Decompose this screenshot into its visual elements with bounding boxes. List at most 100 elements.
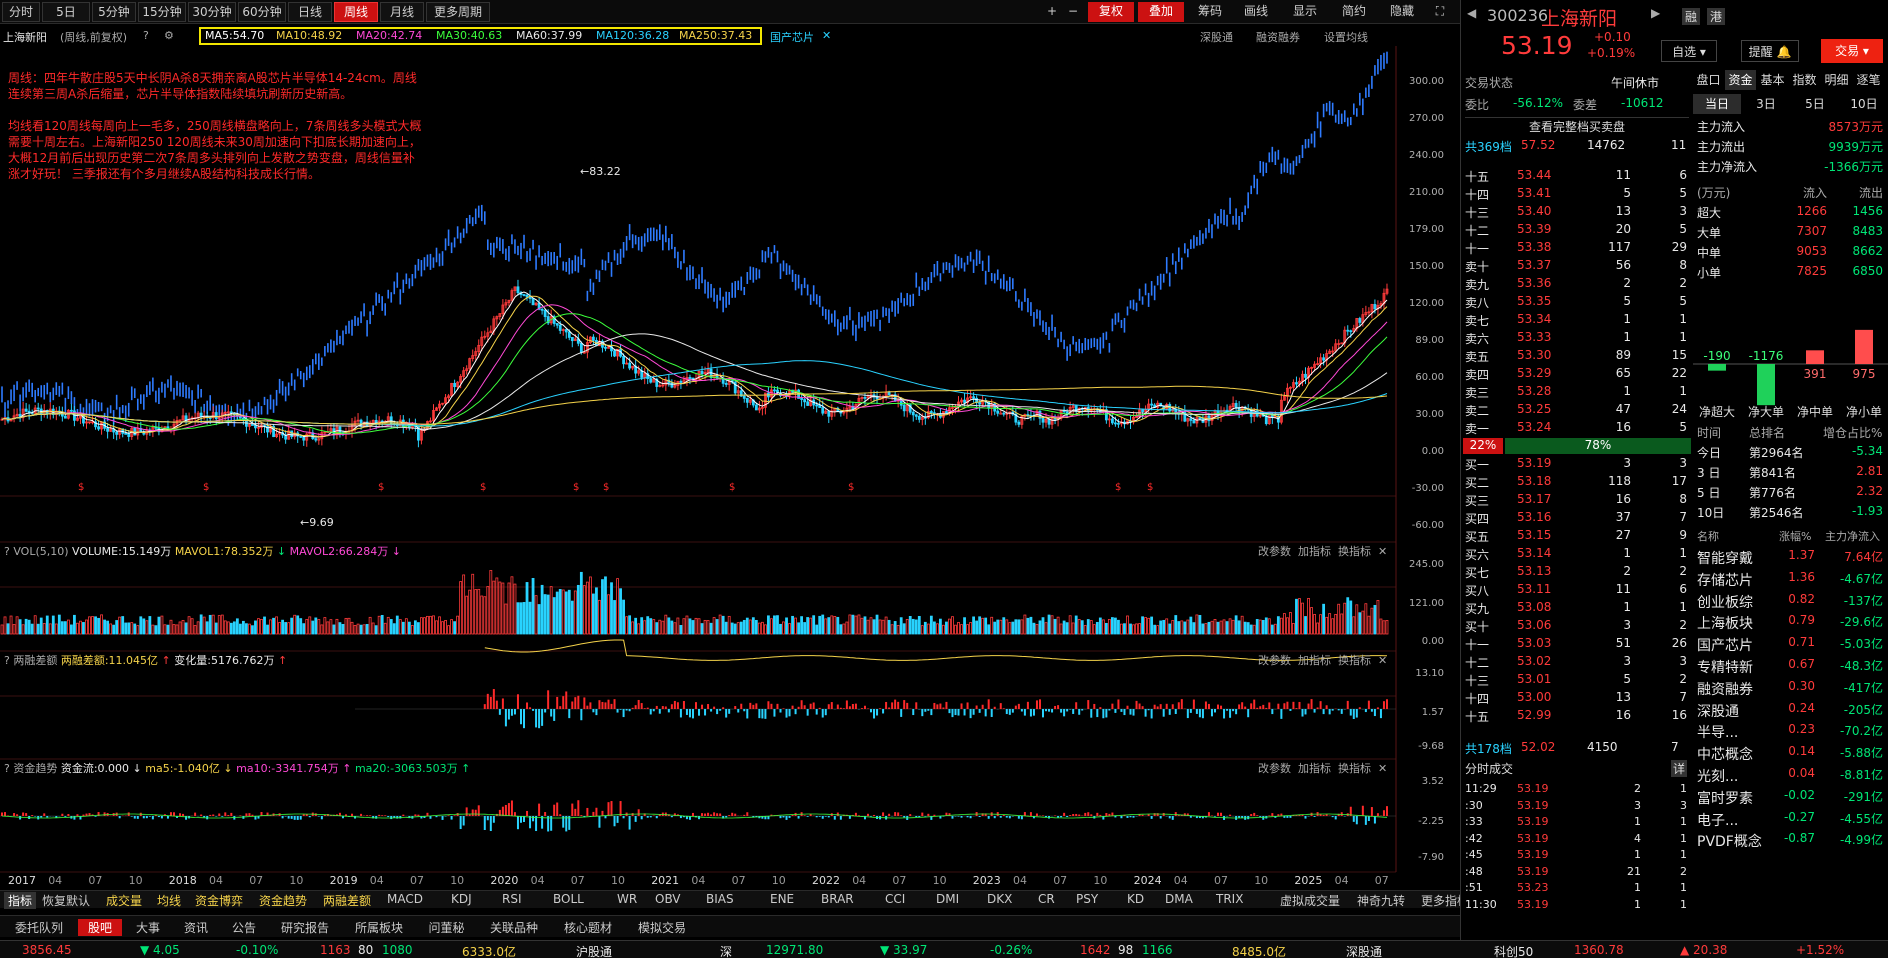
close-icon[interactable]: ✕ [1378, 654, 1387, 667]
sector-name[interactable]: 创业板综 [1697, 592, 1753, 612]
trade-button[interactable]: 交易 ▾ [1821, 39, 1883, 63]
sector-name[interactable]: 光刻... [1697, 766, 1738, 786]
add-indicator-button[interactable]: 加指标 [1298, 762, 1331, 775]
sector-name[interactable]: 富时罗素 [1697, 788, 1753, 808]
indicator-tab[interactable]: BOLL [553, 892, 584, 906]
sgt-label[interactable]: 深股通 [1346, 943, 1382, 958]
full-book-button[interactable]: 查看完整档买卖盘 [1465, 117, 1689, 135]
help-icon[interactable]: ? [143, 29, 149, 42]
info-tab[interactable]: 问董秘 [418, 919, 475, 936]
tab-monthly[interactable]: 月线 [380, 2, 424, 22]
edit-params-button[interactable]: 改参数 [1258, 654, 1291, 667]
tab-5min[interactable]: 5分钟 [92, 2, 136, 22]
indicator-tab[interactable]: 神奇九转 [1357, 892, 1405, 909]
prev-stock-icon[interactable]: ◀ [1467, 6, 1476, 20]
edit-params-button[interactable]: 改参数 [1258, 762, 1291, 775]
link-set-ma[interactable]: 设置均线 [1324, 29, 1368, 45]
indicator-tab[interactable]: 资金博弈 [195, 892, 243, 909]
fund-period-tab[interactable]: 当日 [1693, 94, 1741, 114]
indicator-tab[interactable]: BIAS [706, 892, 734, 906]
close-icon[interactable]: ✕ [1378, 545, 1387, 558]
info-tab[interactable]: 公告 [222, 919, 266, 936]
indicator-tab[interactable]: 均线 [157, 892, 181, 909]
overlay-label[interactable]: 国产芯片 [770, 29, 814, 45]
info-tab[interactable]: 研究报告 [270, 919, 340, 936]
indicator-tab[interactable]: PSY [1076, 892, 1098, 906]
kline-chart-area[interactable]: $ $ $ $ $ $ $ $ $ $ 周线：四年牛散庄股5天中长阴A杀8天拥亲离A股芯片半导体1… [0, 46, 1450, 874]
tab-5day[interactable]: 5日 [42, 2, 90, 22]
indicator-tab[interactable]: DMI [936, 892, 959, 906]
next-stock-icon[interactable]: ▶ [1651, 6, 1660, 20]
add-indicator-button[interactable]: 加指标 [1298, 545, 1331, 558]
indicator-tab[interactable]: ENE [770, 892, 794, 906]
info-tab[interactable]: 模拟交易 [627, 919, 697, 936]
fund-period-tab[interactable]: 5日 [1791, 94, 1839, 114]
info-tab[interactable]: 委托队列 [4, 919, 74, 936]
help-icon[interactable]: ? [4, 545, 10, 558]
hgt-label[interactable]: 沪股通 [576, 943, 612, 958]
fund-period-tab[interactable]: 3日 [1742, 94, 1790, 114]
indicator-tab[interactable]: CCI [885, 892, 905, 906]
info-tab[interactable]: 所属板块 [344, 919, 414, 936]
sector-name[interactable]: 电子... [1697, 810, 1738, 830]
right-tab[interactable]: 资金 [1725, 70, 1756, 90]
help-icon[interactable]: ? [4, 762, 10, 775]
indicator-tab[interactable]: KDJ [451, 892, 472, 906]
indicator-tab[interactable]: 成交量 [106, 892, 142, 909]
indicator-tab[interactable]: DMA [1165, 892, 1193, 906]
plus-icon[interactable]: + [1043, 2, 1061, 22]
sector-name[interactable]: 存储芯片 [1697, 570, 1753, 590]
tab-15min[interactable]: 15分钟 [138, 2, 186, 22]
alert-button[interactable]: 提醒 🔔 [1741, 40, 1799, 62]
indicator-tab[interactable]: KD [1127, 892, 1144, 906]
right-tab[interactable]: 基本 [1757, 70, 1788, 90]
overlay-button[interactable]: 叠加 [1138, 2, 1184, 22]
info-tab[interactable]: 关联品种 [479, 919, 549, 936]
tab-60min[interactable]: 60分钟 [238, 2, 286, 22]
sector-name[interactable]: 国产芯片 [1697, 635, 1753, 655]
info-tab[interactable]: 股吧 [78, 919, 122, 936]
sector-name[interactable]: 半导... [1697, 722, 1738, 742]
fuquan-button[interactable]: 复权 [1088, 2, 1134, 22]
sector-name[interactable]: PVDF概念 [1697, 831, 1762, 851]
fullscreen-icon[interactable]: ⛶ [1430, 2, 1450, 22]
close-icon[interactable]: ✕ [1378, 762, 1387, 775]
indicator-tab[interactable]: 恢复默认 [42, 892, 90, 909]
chips-button[interactable]: 筹码 [1190, 2, 1230, 22]
simple-button[interactable]: 简约 [1334, 2, 1374, 22]
info-tab[interactable]: 资讯 [174, 919, 218, 936]
indicator-tab[interactable]: RSI [502, 892, 522, 906]
sector-name[interactable]: 深股通 [1697, 701, 1739, 721]
indicator-tab[interactable]: OBV [655, 892, 681, 906]
edit-params-button[interactable]: 改参数 [1258, 545, 1291, 558]
tab-30min[interactable]: 30分钟 [188, 2, 236, 22]
indicator-tab[interactable]: WR [617, 892, 637, 906]
indicator-tab[interactable]: DKX [987, 892, 1012, 906]
indicator-tab[interactable]: 资金趋势 [259, 892, 307, 909]
tab-daily[interactable]: 日线 [288, 2, 332, 22]
indicator-tab[interactable]: 指标 [4, 892, 37, 909]
indicator-tab[interactable]: BRAR [821, 892, 854, 906]
link-margin[interactable]: 融资融券 [1256, 29, 1300, 45]
link-sgt[interactable]: 深股通 [1200, 29, 1233, 45]
gear-icon[interactable]: ⚙ [164, 29, 174, 42]
right-tab[interactable]: 指数 [1789, 70, 1820, 90]
tab-weekly[interactable]: 周线 [334, 2, 378, 22]
tab-timeshare[interactable]: 分时 [2, 2, 40, 22]
tab-more-periods[interactable]: 更多周期 [426, 2, 490, 22]
info-tab[interactable]: 大事 [126, 919, 170, 936]
sector-name[interactable]: 中芯概念 [1697, 744, 1753, 764]
switch-indicator-button[interactable]: 换指标 [1338, 654, 1371, 667]
switch-indicator-button[interactable]: 换指标 [1338, 545, 1371, 558]
watchlist-button[interactable]: 自选 ▾ [1661, 40, 1717, 62]
help-icon[interactable]: ? [4, 654, 10, 667]
right-tab[interactable]: 盘口 [1693, 70, 1724, 90]
sector-name[interactable]: 融资融券 [1697, 679, 1753, 699]
indicator-tab[interactable]: 两融差额 [323, 892, 371, 909]
close-overlay-icon[interactable]: ✕ [822, 29, 831, 42]
switch-indicator-button[interactable]: 换指标 [1338, 762, 1371, 775]
right-tab[interactable]: 明细 [1821, 70, 1852, 90]
indicator-tab[interactable]: MACD [387, 892, 423, 906]
indicator-tab[interactable]: CR [1038, 892, 1055, 906]
indicator-tab[interactable]: TRIX [1216, 892, 1243, 906]
